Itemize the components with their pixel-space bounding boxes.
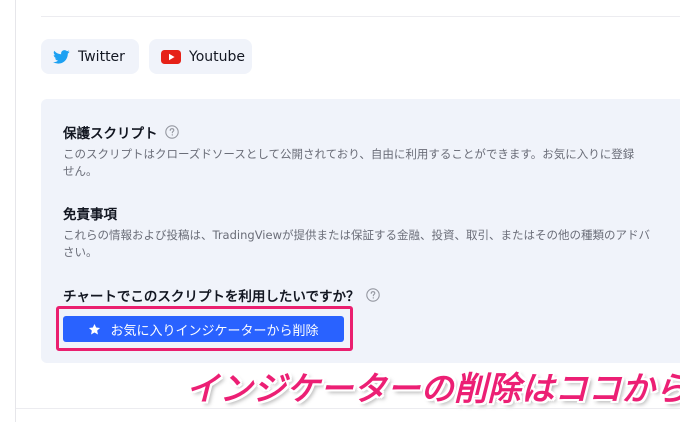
star-icon bbox=[88, 323, 101, 336]
use-on-chart-question: チャートでこのスクリプトを利用したいですか？ bbox=[63, 289, 360, 305]
twitter-label: Twitter bbox=[78, 48, 125, 65]
remove-from-favorites-button[interactable]: お気に入りインジケーターから削除 bbox=[63, 316, 344, 342]
youtube-label: Youtube bbox=[189, 48, 245, 65]
remove-from-favorites-label: お気に入りインジケーターから削除 bbox=[110, 323, 319, 339]
annotation-callout-text: インジケーターの削除はココから！ bbox=[186, 369, 680, 408]
disclaimer-heading: 免責事項 bbox=[63, 203, 117, 223]
protected-script-heading: 保護スクリプト bbox=[63, 122, 179, 142]
twitter-icon bbox=[53, 49, 70, 64]
disclaimer-title: 免責事項 bbox=[63, 207, 117, 223]
bottom-divider bbox=[16, 408, 680, 409]
youtube-icon bbox=[161, 49, 181, 64]
disclaimer-line-2: さい。 bbox=[63, 245, 98, 259]
protected-script-line-2: せん。 bbox=[63, 164, 98, 178]
content-left-border bbox=[15, 0, 16, 422]
disclaimer-description: これらの情報および投稿は、TradingViewが提供または保証する金融、投資、… bbox=[63, 227, 650, 261]
protected-script-title: 保護スクリプト bbox=[63, 126, 158, 142]
twitter-share-button[interactable]: Twitter bbox=[41, 39, 139, 74]
question-circle-icon[interactable] bbox=[366, 288, 381, 302]
disclaimer-line-1: これらの情報および投稿は、TradingViewが提供または保証する金融、投資、… bbox=[63, 228, 650, 242]
protected-script-description: このスクリプトはクローズドソースとして公開されており、自由に利用することができま… bbox=[63, 146, 634, 180]
protected-script-line-1: このスクリプトはクローズドソースとして公開されており、自由に利用することができま… bbox=[63, 147, 635, 161]
youtube-share-button[interactable]: Youtube bbox=[149, 39, 252, 74]
top-divider bbox=[41, 16, 680, 17]
script-page: Twitter Youtube 保護スクリプト このスクリプトはクローズドソース… bbox=[0, 0, 680, 422]
use-on-chart-heading: チャートでこのスクリプトを利用したいですか？ bbox=[63, 285, 381, 305]
question-circle-icon[interactable] bbox=[164, 125, 179, 139]
